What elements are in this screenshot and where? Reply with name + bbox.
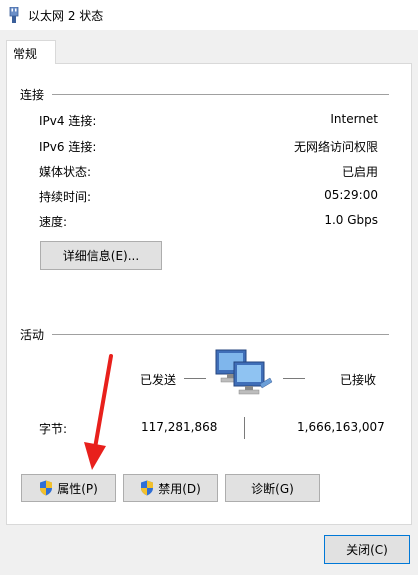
ipv6-value: 无网络访问权限: [293, 140, 378, 154]
bytes-received-value: 1,666,163,007: [297, 420, 385, 434]
sent-dash: [184, 378, 206, 379]
network-computers-icon: [215, 349, 273, 395]
disable-button-label: 禁用(D): [158, 481, 201, 496]
activity-divider: [52, 334, 389, 335]
speed-label: 速度:: [39, 215, 68, 229]
bytes-sent-value: 117,281,868: [141, 420, 218, 434]
ipv4-value: Internet: [330, 112, 378, 126]
duration-label: 持续时间:: [39, 190, 92, 204]
properties-button-label: 属性(P): [57, 481, 98, 496]
diagnose-button[interactable]: 诊断(G): [225, 474, 320, 502]
ipv4-label: IPv4 连接:: [39, 114, 97, 128]
bytes-label: 字节:: [39, 422, 68, 436]
disable-button[interactable]: 禁用(D): [123, 474, 218, 502]
received-label: 已接收: [340, 373, 377, 387]
properties-button[interactable]: 属性(P): [21, 474, 116, 502]
close-button[interactable]: 关闭(C): [324, 535, 410, 564]
received-dash: [283, 378, 305, 379]
network-adapter-icon: [9, 7, 19, 23]
sent-label: 已发送: [140, 373, 177, 387]
duration-value: 05:29:00: [324, 188, 378, 202]
speed-value: 1.0 Gbps: [324, 213, 378, 227]
title-bar[interactable]: 以太网 2 状态: [0, 0, 418, 30]
activity-section-label: 活动: [20, 328, 45, 342]
ipv6-label: IPv6 连接:: [39, 140, 97, 154]
media-state-value: 已启用: [341, 165, 378, 179]
details-button[interactable]: 详细信息(E)...: [40, 241, 162, 270]
uac-shield-icon: [141, 480, 154, 496]
connection-section-label: 连接: [20, 88, 45, 102]
window-title: 以太网 2 状态: [28, 9, 104, 23]
connection-divider: [52, 94, 389, 95]
tab-general[interactable]: 常规: [6, 40, 56, 64]
activity-separator: [244, 417, 245, 439]
annotation-arrow: [84, 354, 113, 470]
media-state-label: 媒体状态:: [39, 165, 92, 179]
general-panel: [6, 63, 412, 525]
tab-general-label: 常规: [13, 47, 38, 61]
uac-shield-icon: [40, 480, 53, 496]
